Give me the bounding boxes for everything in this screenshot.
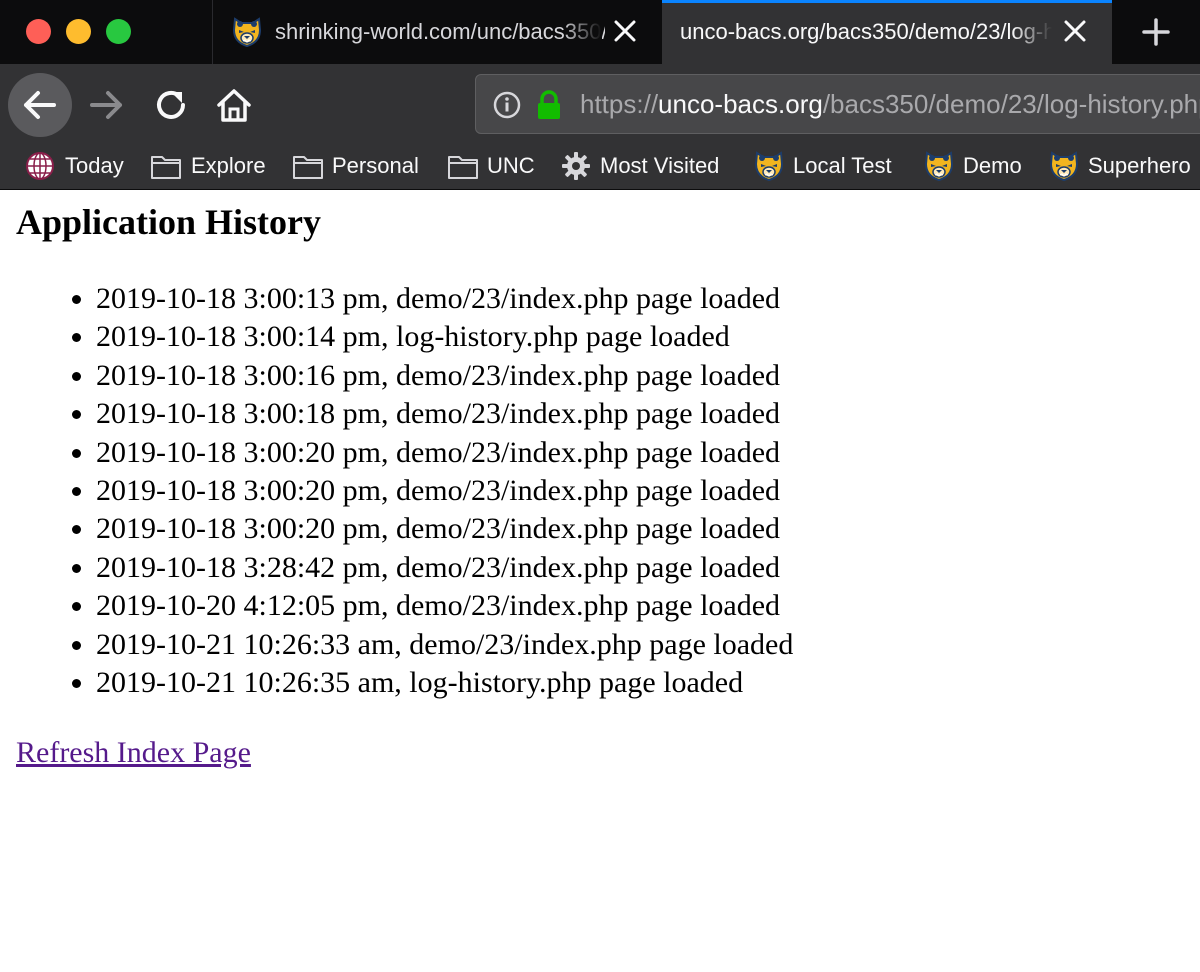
tab-title-fade — [1012, 3, 1052, 64]
history-entry: 2019-10-18 3:28:42 pm, demo/23/index.php… — [96, 549, 793, 587]
refresh-index-link[interactable]: Refresh Index Page — [16, 734, 251, 772]
back-arrow-icon — [24, 91, 56, 119]
history-entry: 2019-10-21 10:26:33 am, demo/23/index.ph… — [96, 626, 793, 664]
bookmark-label: Today — [65, 153, 124, 178]
new-tab-plus-icon[interactable] — [1112, 0, 1200, 64]
navigation-toolbar: https://unco-bacs.org/bacs350/demo/23/lo… — [0, 64, 1200, 146]
bookmarks-toolbar: Today Explore Personal UNC Most Visited … — [0, 146, 1200, 190]
tab-strip: shrinking-world.com/unc/bacs350/ unco-ba… — [0, 0, 1200, 64]
history-entry: 2019-10-18 3:00:18 pm, demo/23/index.php… — [96, 395, 793, 433]
bookmark-label: Most Visited — [600, 153, 720, 178]
bookmark-label: Local Test — [793, 153, 892, 178]
calendar-globe-icon — [26, 152, 54, 180]
history-entry: 2019-10-18 3:00:20 pm, demo/23/index.php… — [96, 472, 793, 510]
tab-title: shrinking-world.com/unc/bacs350/ — [275, 19, 605, 44]
folder-icon — [292, 150, 324, 182]
close-tab-icon[interactable] — [612, 18, 638, 44]
page-title: Application History — [16, 202, 322, 242]
bookmark-label: Demo — [963, 153, 1022, 178]
secure-lock-icon[interactable] — [534, 89, 564, 121]
folder-icon — [150, 150, 182, 182]
window-close-button[interactable] — [26, 19, 51, 44]
tab-title: unco-bacs.org/bacs350/demo/23/log-histor… — [680, 19, 1052, 44]
bookmark-label: Explore — [191, 153, 266, 178]
tab-title-fade — [562, 0, 602, 64]
url-host: unco-bacs.org — [658, 89, 823, 119]
close-tab-icon[interactable] — [1062, 18, 1088, 44]
reload-icon[interactable] — [149, 83, 193, 127]
url-path: /bacs350/demo/23/log-history.php — [822, 89, 1200, 119]
bookmark-label: UNC — [487, 153, 535, 178]
history-entry: 2019-10-18 3:00:20 pm, demo/23/index.php… — [96, 510, 793, 548]
tab-log-history[interactable]: unco-bacs.org/bacs350/demo/23/log-histor… — [662, 0, 1112, 64]
history-entry: 2019-10-18 3:00:13 pm, demo/23/index.php… — [96, 280, 793, 318]
bookmark-label: Superhero — [1088, 153, 1191, 178]
gear-icon — [562, 152, 590, 180]
history-entry: 2019-10-21 10:26:35 am, log-history.php … — [96, 664, 793, 702]
bear-mascot-icon — [231, 16, 263, 48]
bookmark-label: Personal — [332, 153, 419, 178]
history-entry: 2019-10-18 3:00:16 pm, demo/23/index.php… — [96, 357, 793, 395]
url-scheme: https:// — [580, 89, 659, 119]
forward-arrow-icon[interactable] — [84, 83, 128, 127]
bear-mascot-icon — [1048, 150, 1080, 182]
bear-mascot-icon — [923, 150, 955, 182]
back-button[interactable] — [8, 73, 72, 137]
page-content: Application History 2019-10-18 3:00:13 p… — [0, 190, 1200, 972]
home-icon[interactable] — [212, 83, 256, 127]
tab-shrinking-world[interactable]: shrinking-world.com/unc/bacs350/ — [212, 0, 662, 64]
history-entry: 2019-10-18 3:00:14 pm, log-history.php p… — [96, 318, 793, 356]
history-entry: 2019-10-18 3:00:20 pm, demo/23/index.php… — [96, 434, 793, 472]
url-bar[interactable]: https://unco-bacs.org/bacs350/demo/23/lo… — [475, 74, 1200, 134]
site-info-icon[interactable] — [492, 90, 522, 120]
window-minimize-button[interactable] — [66, 19, 91, 44]
bear-mascot-icon — [753, 150, 785, 182]
history-list: 2019-10-18 3:00:13 pm, demo/23/index.php… — [0, 280, 793, 702]
url-text[interactable]: https://unco-bacs.org/bacs350/demo/23/lo… — [580, 89, 1200, 120]
history-entry: 2019-10-20 4:12:05 pm, demo/23/index.php… — [96, 587, 793, 625]
window-maximize-button[interactable] — [106, 19, 131, 44]
folder-icon — [447, 150, 479, 182]
